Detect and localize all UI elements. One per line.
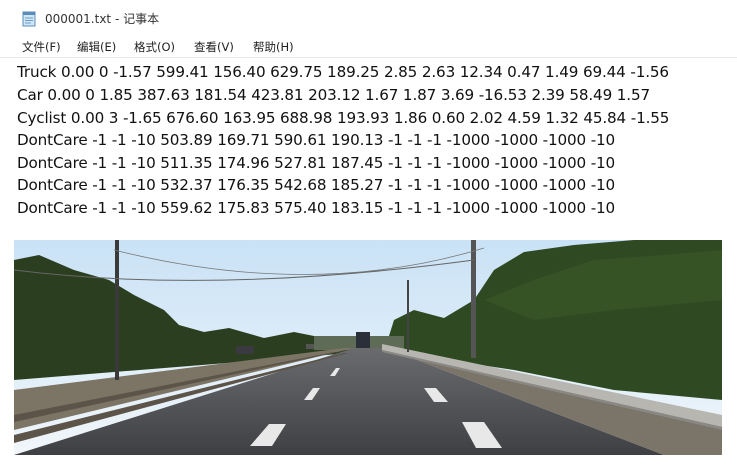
menu-help[interactable]: 帮助(H) (253, 39, 294, 55)
text-line: DontCare -1 -1 -10 503.89 169.71 590.61 … (17, 131, 616, 149)
text-line: Car 0.00 0 1.85 387.63 181.54 423.81 203… (17, 86, 650, 104)
pole (471, 240, 476, 358)
text-editor[interactable]: Truck 0.00 0 -1.57 599.41 156.40 629.75 … (0, 57, 737, 226)
car (236, 346, 254, 354)
menu-format[interactable]: 格式(O) (134, 39, 175, 55)
text-line: DontCare -1 -1 -10 559.62 175.83 575.40 … (17, 199, 616, 217)
text-line: DontCare -1 -1 -10 511.35 174.96 527.81 … (17, 154, 616, 172)
text-line: Cyclist 0.00 3 -1.65 676.60 163.95 688.9… (17, 109, 670, 127)
text-line: DontCare -1 -1 -10 532.37 176.35 542.68 … (17, 176, 616, 194)
text-line: Truck 0.00 0 -1.57 599.41 156.40 629.75 … (17, 63, 669, 81)
pole (115, 240, 119, 380)
road-scene-illustration (14, 240, 722, 455)
road-scene-image (14, 240, 722, 455)
pole (407, 280, 409, 352)
notepad-icon (22, 11, 36, 27)
menu-edit[interactable]: 编辑(E) (77, 39, 116, 55)
truck (356, 332, 370, 348)
menu-view[interactable]: 查看(V) (194, 39, 234, 55)
title-bar: 000001.txt - 记事本 (0, 0, 737, 36)
window-title: 000001.txt - 记事本 (45, 12, 160, 26)
menu-file[interactable]: 文件(F) (22, 39, 61, 55)
menu-bar: 文件(F) 编辑(E) 格式(O) 查看(V) 帮助(H) (0, 36, 737, 56)
